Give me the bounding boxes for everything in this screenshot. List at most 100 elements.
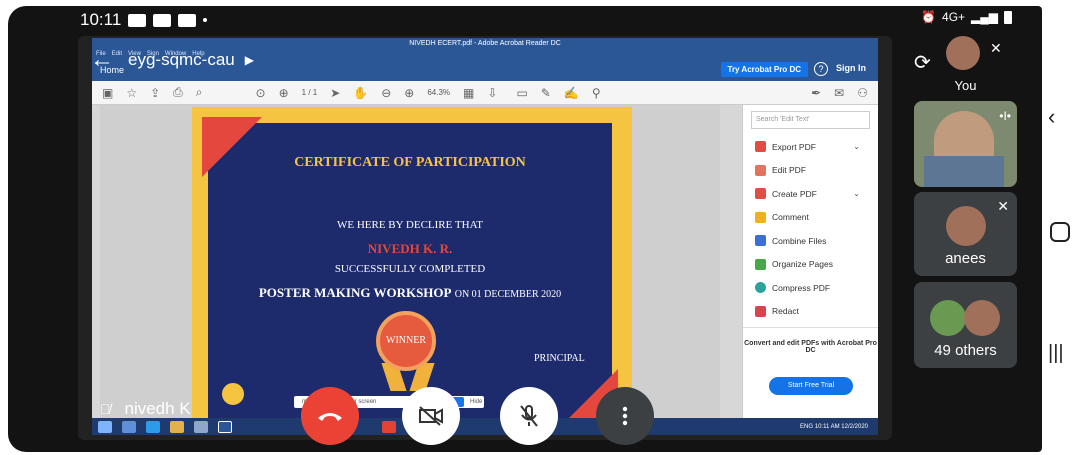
scroll-mode-icon[interactable]: ⇩	[487, 86, 497, 100]
gallery-icon	[153, 13, 172, 27]
meeting-header: ← eyg-sqmc-cau ▶	[90, 46, 254, 74]
school-emblem	[220, 381, 246, 407]
tool-redact[interactable]: Redact	[743, 300, 878, 324]
start-trial-button[interactable]: Start Free Trial	[769, 377, 853, 395]
help-icon[interactable]: ?	[814, 62, 828, 76]
store-icon[interactable]	[194, 420, 208, 433]
prev-page-icon[interactable]: ⊙	[256, 86, 266, 100]
camera-toggle-button[interactable]	[402, 387, 460, 445]
search-icon[interactable]: ⌕	[196, 85, 203, 100]
meeting-code[interactable]: eyg-sqmc-cau	[128, 50, 235, 70]
acrobat-toolbar: ▣ ☆ ⇪ ⎙ ⌕ ⊙ ⊕ 1 / 1 ➤ ✋ ⊖ ⊕ 64.3% ▦ ⇩ ▭	[92, 81, 878, 105]
chevron-down-icon[interactable]: ⌄	[853, 189, 860, 198]
zoom-out-icon[interactable]: ⊖	[381, 86, 391, 100]
tool-organize-pages[interactable]: Organize Pages	[743, 253, 878, 277]
sign-icon[interactable]: ✒	[811, 86, 821, 100]
avatar-other-2	[964, 300, 1000, 336]
chevron-down-icon[interactable]: ⌄	[853, 142, 860, 151]
tray-clock: 10:11 AM 12/2/2020	[814, 423, 868, 430]
try-pro-button[interactable]: Try Acrobat Pro DC	[720, 62, 808, 77]
back-arrow-icon[interactable]: ←	[90, 46, 114, 74]
hand-tool-icon[interactable]: ✋	[353, 86, 368, 100]
more-options-button[interactable]	[596, 387, 654, 445]
window-title: NIVEDH ECERT.pdf - Adobe Acrobat Reader …	[409, 40, 561, 47]
pro-promo-text: Convert and edit PDFs with Acrobat Pro D…	[743, 327, 878, 354]
comment-icon[interactable]: ▭	[516, 86, 527, 100]
nav-home-icon[interactable]	[1050, 222, 1070, 242]
tool-label: Create PDF	[772, 188, 817, 199]
audio-indicator-icon: •I•	[999, 109, 1011, 123]
nav-recents-icon[interactable]: |||	[1048, 342, 1064, 365]
select-tool-icon[interactable]: ➤	[330, 86, 340, 100]
word-icon[interactable]	[218, 420, 232, 433]
alarm-icon: ⏰	[921, 10, 937, 24]
participant-shirt	[924, 156, 1004, 187]
tool-comment[interactable]: Comment	[743, 206, 878, 230]
signal-icon: ▂▄▆	[971, 10, 998, 24]
switch-camera-icon[interactable]: ⟳	[914, 50, 931, 75]
sign-in-link[interactable]: Sign In	[836, 63, 866, 73]
tools-search-input[interactable]: Search 'Edit Text'	[751, 111, 870, 129]
more-vert-icon	[622, 406, 628, 426]
tile-camera-feed[interactable]: •I•	[914, 101, 1017, 187]
edge-icon[interactable]	[146, 420, 160, 433]
next-page-icon[interactable]: ⊕	[279, 86, 289, 100]
workshop-name: POSTER MAKING WORKSHOP	[258, 285, 452, 300]
page-indicator[interactable]: 1 / 1	[302, 88, 318, 97]
mic-toggle-button[interactable]	[500, 387, 558, 445]
status-time: 10:11	[80, 10, 122, 29]
avatar-you	[946, 36, 980, 70]
share-icon[interactable]: ⚇	[857, 86, 868, 100]
save-icon[interactable]: ▣	[102, 86, 113, 100]
start-icon[interactable]	[98, 420, 112, 433]
zoom-in-icon[interactable]: ⊕	[404, 86, 414, 100]
nav-back-icon[interactable]: ‹	[1048, 104, 1055, 130]
tool-combine-files[interactable]: Combine Files	[743, 229, 878, 253]
zoom-level[interactable]: 64.3%	[427, 88, 450, 97]
certificate-declare: WE HERE BY DECLIRE THAT	[336, 219, 484, 231]
tile-others[interactable]: 49 others	[914, 282, 1017, 368]
phone-hangup-icon	[318, 413, 342, 421]
acrobat-taskbar-icon[interactable]	[382, 420, 396, 433]
bookmark-icon[interactable]: ☆	[126, 86, 137, 100]
stamp-icon[interactable]: ⚲	[592, 86, 601, 100]
tile-anees[interactable]: ✕ anees	[914, 192, 1017, 276]
banner-hide-button[interactable]: Hide	[470, 396, 482, 408]
combine-files-icon	[755, 235, 766, 247]
tool-edit-pdf[interactable]: Edit PDF	[743, 159, 878, 183]
upload-icon[interactable]: ⇪	[150, 86, 160, 100]
presenter-label: 🎙̸ nivedh K	[100, 399, 191, 419]
participant-name-anees: anees	[945, 250, 986, 267]
avatar-anees	[946, 206, 986, 246]
certificate-name: NIVEDH K. R.	[367, 241, 453, 256]
draw-icon[interactable]: ✍	[564, 86, 579, 100]
avatar-other-1	[930, 300, 966, 336]
end-call-button[interactable]	[301, 387, 359, 445]
print-icon[interactable]: ⎙	[173, 85, 183, 100]
tool-export-pdf[interactable]: Export PDF ⌄	[743, 135, 878, 159]
mail-icon[interactable]: ✉	[834, 86, 844, 100]
certificate-workshop: POSTER MAKING WORKSHOP ON 01 DECEMBER 20…	[208, 285, 612, 301]
explorer-icon[interactable]	[170, 420, 184, 433]
tile-you[interactable]: ⟳ ✕ You	[914, 36, 1017, 94]
tool-label: Compress PDF	[772, 282, 831, 293]
more-notifications-icon	[203, 18, 208, 22]
workshop-date: ON 01 DECEMBER 2020	[454, 289, 562, 300]
battery-icon	[1004, 10, 1012, 24]
tool-compress-pdf[interactable]: Compress PDF	[743, 276, 878, 300]
tool-create-pdf[interactable]: Create PDF ⌄	[743, 182, 878, 206]
edit-pdf-icon	[755, 164, 766, 176]
status-bar-left: 10:11	[80, 10, 208, 30]
fit-page-icon[interactable]: ▦	[463, 86, 474, 100]
participant-name-you: You	[954, 78, 977, 93]
others-count: 49 others	[934, 342, 997, 359]
comment-tool-icon	[755, 211, 766, 223]
cortana-icon[interactable]	[122, 420, 136, 433]
mic-off-icon: ✕	[990, 40, 1002, 56]
notification-icon	[128, 13, 147, 27]
highlight-icon[interactable]: ✎	[541, 86, 551, 100]
presenter-name: nivedh K	[124, 399, 191, 418]
tray-lang: ENG	[800, 423, 814, 430]
chevron-right-icon[interactable]: ▶	[245, 53, 254, 67]
mic-off-icon	[520, 405, 538, 427]
